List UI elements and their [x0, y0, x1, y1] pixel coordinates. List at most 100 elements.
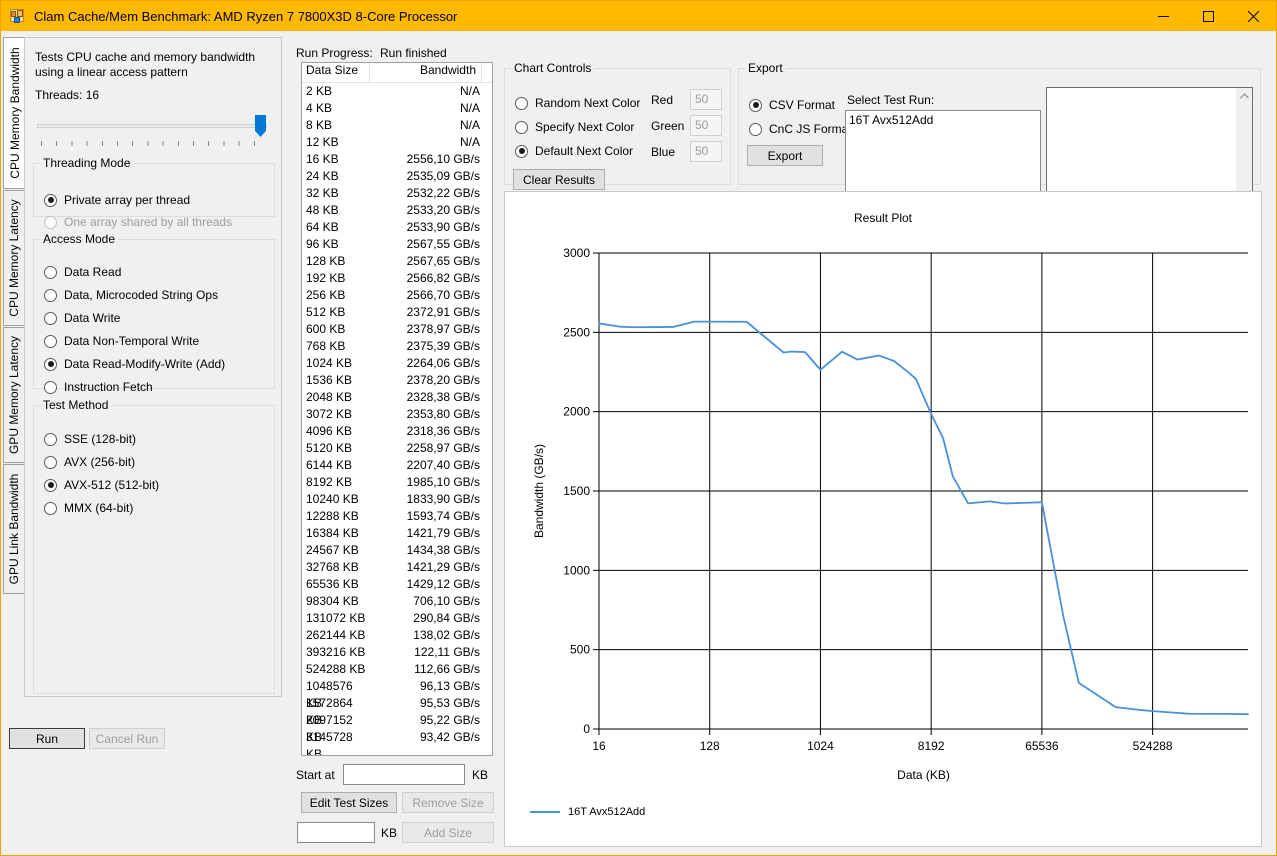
- maximize-button[interactable]: [1186, 1, 1231, 31]
- table-row[interactable]: 12288 KB 1593,74 GB/s: [302, 508, 492, 525]
- table-row[interactable]: 8192 KB 1985,10 GB/s: [302, 474, 492, 491]
- table-row[interactable]: 32 KB 2532,22 GB/s: [302, 185, 492, 202]
- blue-input[interactable]: 50: [690, 141, 722, 162]
- table-row[interactable]: 1024 KB 2264,06 GB/s: [302, 355, 492, 372]
- red-input[interactable]: 50: [690, 89, 722, 110]
- add-size-button[interactable]: Add Size: [402, 822, 494, 843]
- radio-data-non-temporal-write[interactable]: Data Non-Temporal Write: [44, 333, 199, 349]
- radio-one-array-shared[interactable]: One array shared by all threads: [44, 214, 232, 230]
- radio-specify-next-color[interactable]: Specify Next Color: [515, 119, 634, 135]
- table-row[interactable]: 600 KB 2378,97 GB/s: [302, 321, 492, 338]
- cell-data-size: 24567 KB: [306, 543, 359, 557]
- column-header-bandwidth[interactable]: Bandwidth: [370, 63, 482, 82]
- table-row[interactable]: 768 KB 2375,39 GB/s: [302, 338, 492, 355]
- scroll-up-icon[interactable]: [1236, 88, 1252, 104]
- export-log-text[interactable]: [1047, 88, 1236, 201]
- radio-data-write[interactable]: Data Write: [44, 310, 120, 326]
- table-row[interactable]: 24 KB 2535,09 GB/s: [302, 168, 492, 185]
- table-row[interactable]: 128 KB 2567,65 GB/s: [302, 253, 492, 270]
- table-row[interactable]: 65536 KB 1429,12 GB/s: [302, 576, 492, 593]
- table-row[interactable]: 512 KB 2372,91 GB/s: [302, 304, 492, 321]
- tab-gpu-memory-latency[interactable]: GPU Memory Latency: [3, 327, 24, 463]
- radio-data-microcoded-string-ops[interactable]: Data, Microcoded String Ops: [44, 287, 218, 303]
- table-row[interactable]: 4 KB N/A: [302, 100, 492, 117]
- slider-thumb[interactable]: [255, 115, 266, 137]
- remove-size-button[interactable]: Remove Size: [402, 792, 494, 813]
- radio-cnc-js-format[interactable]: CnC JS Format: [749, 121, 852, 137]
- clear-results-button[interactable]: Clear Results: [513, 169, 605, 190]
- export-button[interactable]: Export: [747, 145, 823, 166]
- cancel-run-button[interactable]: Cancel Run: [89, 728, 165, 749]
- export-log-box[interactable]: [1046, 87, 1253, 202]
- radio-mmx-64[interactable]: MMX (64-bit): [44, 500, 133, 516]
- table-row[interactable]: 12 KB N/A: [302, 134, 492, 151]
- cell-bandwidth: 1429,12 GB/s: [406, 577, 480, 591]
- table-row[interactable]: 16384 KB 1421,79 GB/s: [302, 525, 492, 542]
- table-row[interactable]: 6144 KB 2207,40 GB/s: [302, 457, 492, 474]
- radio-csv-format[interactable]: CSV Format: [749, 97, 835, 113]
- tab-gpu-link-bandwidth[interactable]: GPU Link Bandwidth: [3, 464, 24, 594]
- table-row[interactable]: 192 KB 2566,82 GB/s: [302, 270, 492, 287]
- table-row[interactable]: 5120 KB 2258,97 GB/s: [302, 440, 492, 457]
- table-row[interactable]: 1536 KB 2378,20 GB/s: [302, 372, 492, 389]
- table-row[interactable]: 10240 KB 1833,90 GB/s: [302, 491, 492, 508]
- radio-indicator: [44, 311, 57, 325]
- table-row[interactable]: 1048576 KB 96,13 GB/s: [302, 678, 492, 710]
- cell-data-size: 8192 KB: [306, 475, 353, 489]
- threads-slider[interactable]: [33, 108, 273, 148]
- radio-indicator: [44, 334, 57, 348]
- cell-data-size: 5120 KB: [306, 441, 353, 455]
- start-at-input[interactable]: [343, 764, 465, 785]
- radio-label: Data Non-Temporal Write: [64, 334, 200, 348]
- test-run-list[interactable]: 16T Avx512Add: [845, 110, 1041, 202]
- table-row[interactable]: 256 KB 2566,70 GB/s: [302, 287, 492, 304]
- export-log-scrollbar[interactable]: [1236, 88, 1252, 201]
- table-row[interactable]: 2097152 KB 95,22 GB/s: [302, 712, 492, 744]
- cell-data-size: 4096 KB: [306, 424, 353, 438]
- add-size-input[interactable]: [297, 822, 375, 843]
- edit-test-sizes-button[interactable]: Edit Test Sizes: [301, 792, 397, 813]
- table-row[interactable]: 131072 KB 290,84 GB/s: [302, 610, 492, 627]
- close-button[interactable]: [1231, 1, 1276, 31]
- radio-private-array-per-thread[interactable]: Private array per thread: [44, 192, 190, 208]
- table-row[interactable]: 262144 KB 138,02 GB/s: [302, 627, 492, 644]
- table-row[interactable]: 16 KB 2556,10 GB/s: [302, 151, 492, 168]
- table-row[interactable]: 4096 KB 2318,36 GB/s: [302, 423, 492, 440]
- tab-cpu-memory-bandwidth[interactable]: CPU Memory Bandwidth: [3, 37, 26, 189]
- run-progress: Run Progress: Run finished: [296, 46, 447, 60]
- table-row[interactable]: 3072 KB 2353,80 GB/s: [302, 406, 492, 423]
- table-row[interactable]: 32768 KB 1421,29 GB/s: [302, 559, 492, 576]
- results-table[interactable]: Data Size Bandwidth 2 KB N/A 4 KB N/A 8 KB N/…: [301, 62, 493, 756]
- radio-default-next-color[interactable]: Default Next Color: [515, 143, 633, 159]
- chart-controls-legend: Chart Controls: [514, 61, 592, 75]
- cell-data-size: 65536 KB: [306, 577, 359, 591]
- table-row[interactable]: 98304 KB 706,10 GB/s: [302, 593, 492, 610]
- radio-data-read-modify-write[interactable]: Data Read-Modify-Write (Add): [44, 356, 225, 372]
- list-item[interactable]: 16T Avx512Add: [849, 113, 1037, 127]
- radio-instruction-fetch[interactable]: Instruction Fetch: [44, 379, 153, 395]
- table-row[interactable]: 48 KB 2533,20 GB/s: [302, 202, 492, 219]
- radio-avx-512[interactable]: AVX-512 (512-bit): [44, 477, 159, 493]
- series-line: [598, 320, 1249, 716]
- green-input[interactable]: 50: [690, 115, 722, 136]
- radio-data-read[interactable]: Data Read: [44, 264, 121, 280]
- tab-cpu-memory-latency[interactable]: CPU Memory Latency: [3, 190, 24, 326]
- radio-sse-128[interactable]: SSE (128-bit): [44, 431, 136, 447]
- table-row[interactable]: 8 KB N/A: [302, 117, 492, 134]
- table-row[interactable]: 24567 KB 1434,38 GB/s: [302, 542, 492, 559]
- test-method-legend: Test Method: [43, 398, 109, 412]
- radio-avx-256[interactable]: AVX (256-bit): [44, 454, 135, 470]
- table-row[interactable]: 96 KB 2567,55 GB/s: [302, 236, 492, 253]
- table-row[interactable]: 2048 KB 2328,38 GB/s: [302, 389, 492, 406]
- minimize-button[interactable]: [1141, 1, 1186, 31]
- table-row[interactable]: 1572864 KB 95,53 GB/s: [302, 695, 492, 727]
- cell-bandwidth: 2378,20 GB/s: [406, 373, 480, 387]
- table-row[interactable]: 64 KB 2533,90 GB/s: [302, 219, 492, 236]
- radio-random-next-color[interactable]: Random Next Color: [515, 95, 640, 111]
- column-header-data-size[interactable]: Data Size: [302, 63, 370, 82]
- table-row[interactable]: 2 KB N/A: [302, 83, 492, 100]
- run-button[interactable]: Run: [9, 728, 85, 749]
- table-row[interactable]: 3145728 KB 93,42 GB/s: [302, 729, 492, 755]
- table-row[interactable]: 393216 KB 122,11 GB/s: [302, 644, 492, 661]
- table-row[interactable]: 524288 KB 112,66 GB/s: [302, 661, 492, 678]
